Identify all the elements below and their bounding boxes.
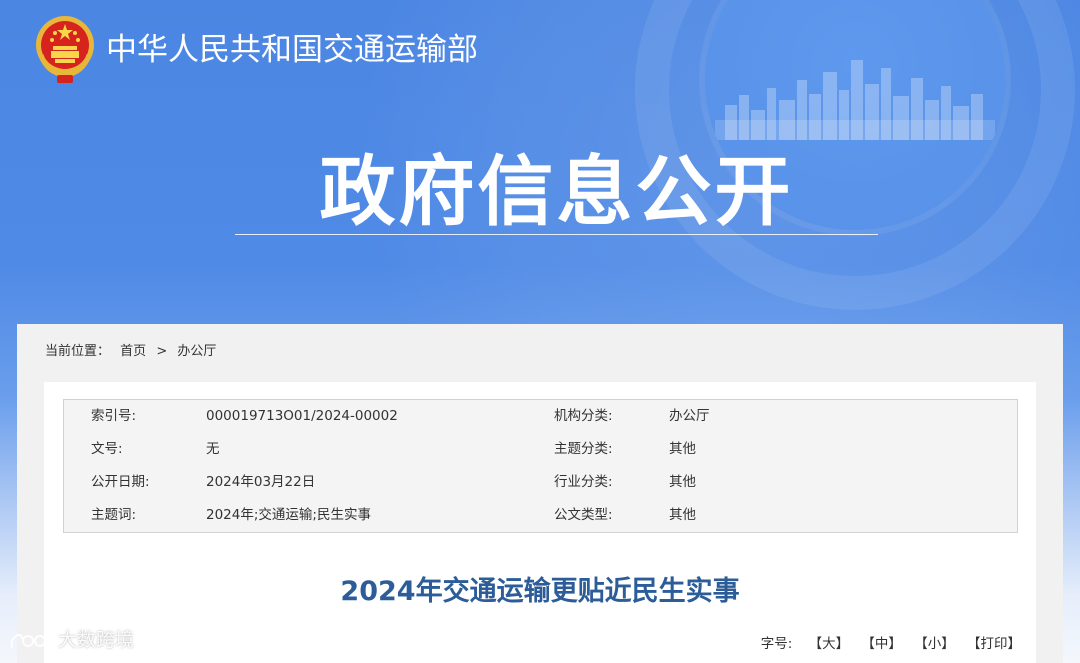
breadcrumb: 当前位置： 首页 > 办公厅	[45, 343, 222, 361]
heading-divider	[235, 234, 878, 235]
metadata-table: 索引号: 000019713O01/2024-00002 机构分类: 办公厅 文…	[63, 399, 1018, 533]
index-number-label: 索引号:	[91, 408, 137, 424]
breadcrumb-home-link[interactable]: 首页	[120, 344, 146, 359]
topic-category-value: 其他	[669, 441, 696, 457]
index-number-value: 000019713O01/2024-00002	[206, 408, 398, 424]
page-heading: 政府信息公开	[319, 147, 794, 236]
topic-category-label: 主题分类:	[554, 441, 613, 457]
keywords-label: 主题词:	[91, 507, 137, 523]
metadata-row: 索引号: 000019713O01/2024-00002 机构分类: 办公厅	[64, 404, 1017, 428]
breadcrumb-separator: >	[156, 344, 168, 359]
metadata-row: 公开日期: 2024年03月22日 行业分类: 其他	[64, 470, 1017, 494]
doc-type-label: 公文类型:	[554, 507, 613, 523]
print-button[interactable]: 【打印】	[967, 636, 1021, 652]
industry-category-value: 其他	[669, 474, 696, 490]
ministry-name[interactable]: 中华人民共和国交通运输部	[106, 28, 478, 72]
keywords-value: 2024年;交通运输;民生实事	[206, 507, 371, 523]
font-size-label: 字号:	[760, 636, 793, 652]
doc-type-value: 其他	[669, 507, 696, 523]
doc-number-label: 文号:	[91, 441, 123, 457]
content-panel: 当前位置： 首页 > 办公厅 索引号: 000019713O01/2024-00…	[17, 324, 1063, 663]
national-emblem-icon	[36, 16, 94, 83]
watermark: 大数跨境	[8, 626, 134, 654]
font-small-button[interactable]: 【小】	[914, 636, 955, 652]
font-size-toolbar: 字号: 【大】 【中】 【小】 【打印】	[761, 634, 1021, 654]
publish-date-label: 公开日期:	[91, 474, 150, 490]
font-medium-button[interactable]: 【中】	[861, 636, 902, 652]
breadcrumb-label: 当前位置：	[45, 344, 111, 359]
metadata-row: 主题词: 2024年;交通运输;民生实事 公文类型: 其他	[64, 503, 1017, 527]
font-large-button[interactable]: 【大】	[809, 636, 850, 652]
city-skyline-icon	[715, 60, 995, 140]
watermark-logo-icon	[10, 633, 46, 648]
industry-category-label: 行业分类:	[554, 474, 613, 490]
breadcrumb-current[interactable]: 办公厅	[177, 344, 216, 359]
doc-number-value: 无	[206, 441, 220, 457]
publish-date-value: 2024年03月22日	[206, 474, 316, 490]
document-title: 2024年交通运输更贴近民生实事	[340, 576, 740, 607]
org-category-value: 办公厅	[669, 408, 710, 424]
org-category-label: 机构分类:	[554, 408, 613, 424]
watermark-text: 大数跨境	[58, 629, 135, 651]
article-container: 索引号: 000019713O01/2024-00002 机构分类: 办公厅 文…	[44, 382, 1036, 663]
metadata-row: 文号: 无 主题分类: 其他	[64, 437, 1017, 461]
